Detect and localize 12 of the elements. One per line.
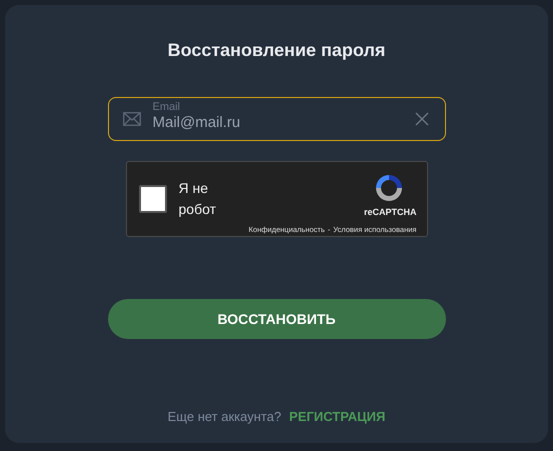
register-link[interactable]: РЕГИСТРАЦИЯ bbox=[289, 407, 386, 426]
dialog-title: Восстановление пароля bbox=[168, 39, 386, 62]
captcha-brand: reCAPTCHA bbox=[364, 206, 416, 219]
footer-question: Еще нет аккаунта? bbox=[168, 408, 282, 426]
email-input[interactable]: Mail@mail.ru bbox=[152, 114, 414, 132]
restore-button[interactable]: ВОССТАНОВИТЬ bbox=[108, 299, 446, 339]
email-field[interactable]: Email Mail@mail.ru bbox=[108, 97, 446, 141]
close-icon[interactable] bbox=[414, 112, 428, 126]
captcha-label: Я не робот bbox=[178, 179, 217, 219]
envelope-icon bbox=[122, 112, 140, 126]
field-label: Email bbox=[152, 100, 182, 112]
captcha-checkbox[interactable] bbox=[138, 185, 166, 213]
